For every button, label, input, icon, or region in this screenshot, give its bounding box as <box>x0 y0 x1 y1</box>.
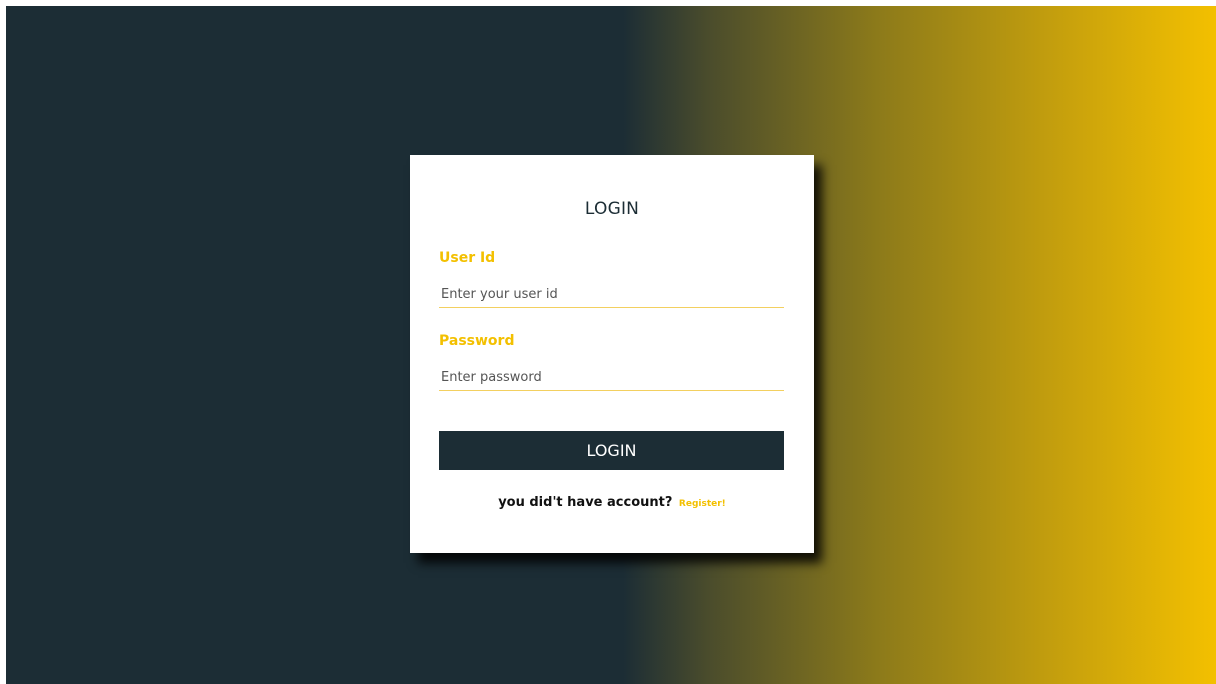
login-button[interactable]: LOGIN <box>439 431 784 470</box>
page-background: LOGIN User Id Password LOGIN you did't h… <box>6 6 1216 684</box>
user-id-input[interactable] <box>439 282 784 308</box>
password-input[interactable] <box>439 365 784 391</box>
register-link[interactable]: Register! <box>679 499 726 509</box>
register-prompt-text: you did't have account? <box>498 495 673 510</box>
user-id-label: User Id <box>439 250 496 266</box>
password-label: Password <box>439 333 515 349</box>
login-title: LOGIN <box>584 199 640 219</box>
register-prompt-line: you did't have account? Register! <box>410 495 814 510</box>
login-card: LOGIN User Id Password LOGIN you did't h… <box>410 155 814 553</box>
